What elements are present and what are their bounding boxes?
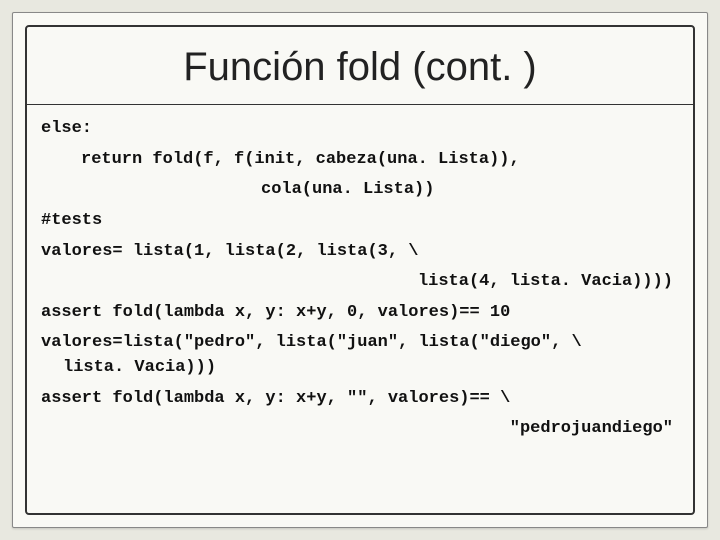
code-line-wrapped: valores=lista("pedro", lista("juan", lis… bbox=[41, 331, 679, 380]
code-line: lista. Vacia))) bbox=[41, 356, 679, 381]
slide-title: Función fold (cont. ) bbox=[27, 27, 693, 104]
code-line: assert fold(lambda x, y: x+y, 0, valores… bbox=[41, 301, 679, 326]
code-line: valores=lista("pedro", lista("juan", lis… bbox=[41, 331, 679, 356]
slide-container: Función fold (cont. ) else: return fold(… bbox=[12, 12, 708, 528]
code-block: else: return fold(f, f(init, cabeza(una.… bbox=[27, 105, 693, 513]
code-line: #tests bbox=[41, 209, 679, 234]
code-line: return fold(f, f(init, cabeza(una. Lista… bbox=[41, 148, 679, 173]
slide-inner-frame: Función fold (cont. ) else: return fold(… bbox=[25, 25, 695, 515]
code-line: "pedrojuandiego" bbox=[41, 417, 679, 442]
code-line: valores= lista(1, lista(2, lista(3, \ bbox=[41, 240, 679, 265]
code-line: cola(una. Lista)) bbox=[41, 178, 679, 203]
code-line: lista(4, lista. Vacia)))) bbox=[41, 270, 679, 295]
code-line: else: bbox=[41, 117, 679, 142]
code-line: assert fold(lambda x, y: x+y, "", valore… bbox=[41, 387, 679, 412]
